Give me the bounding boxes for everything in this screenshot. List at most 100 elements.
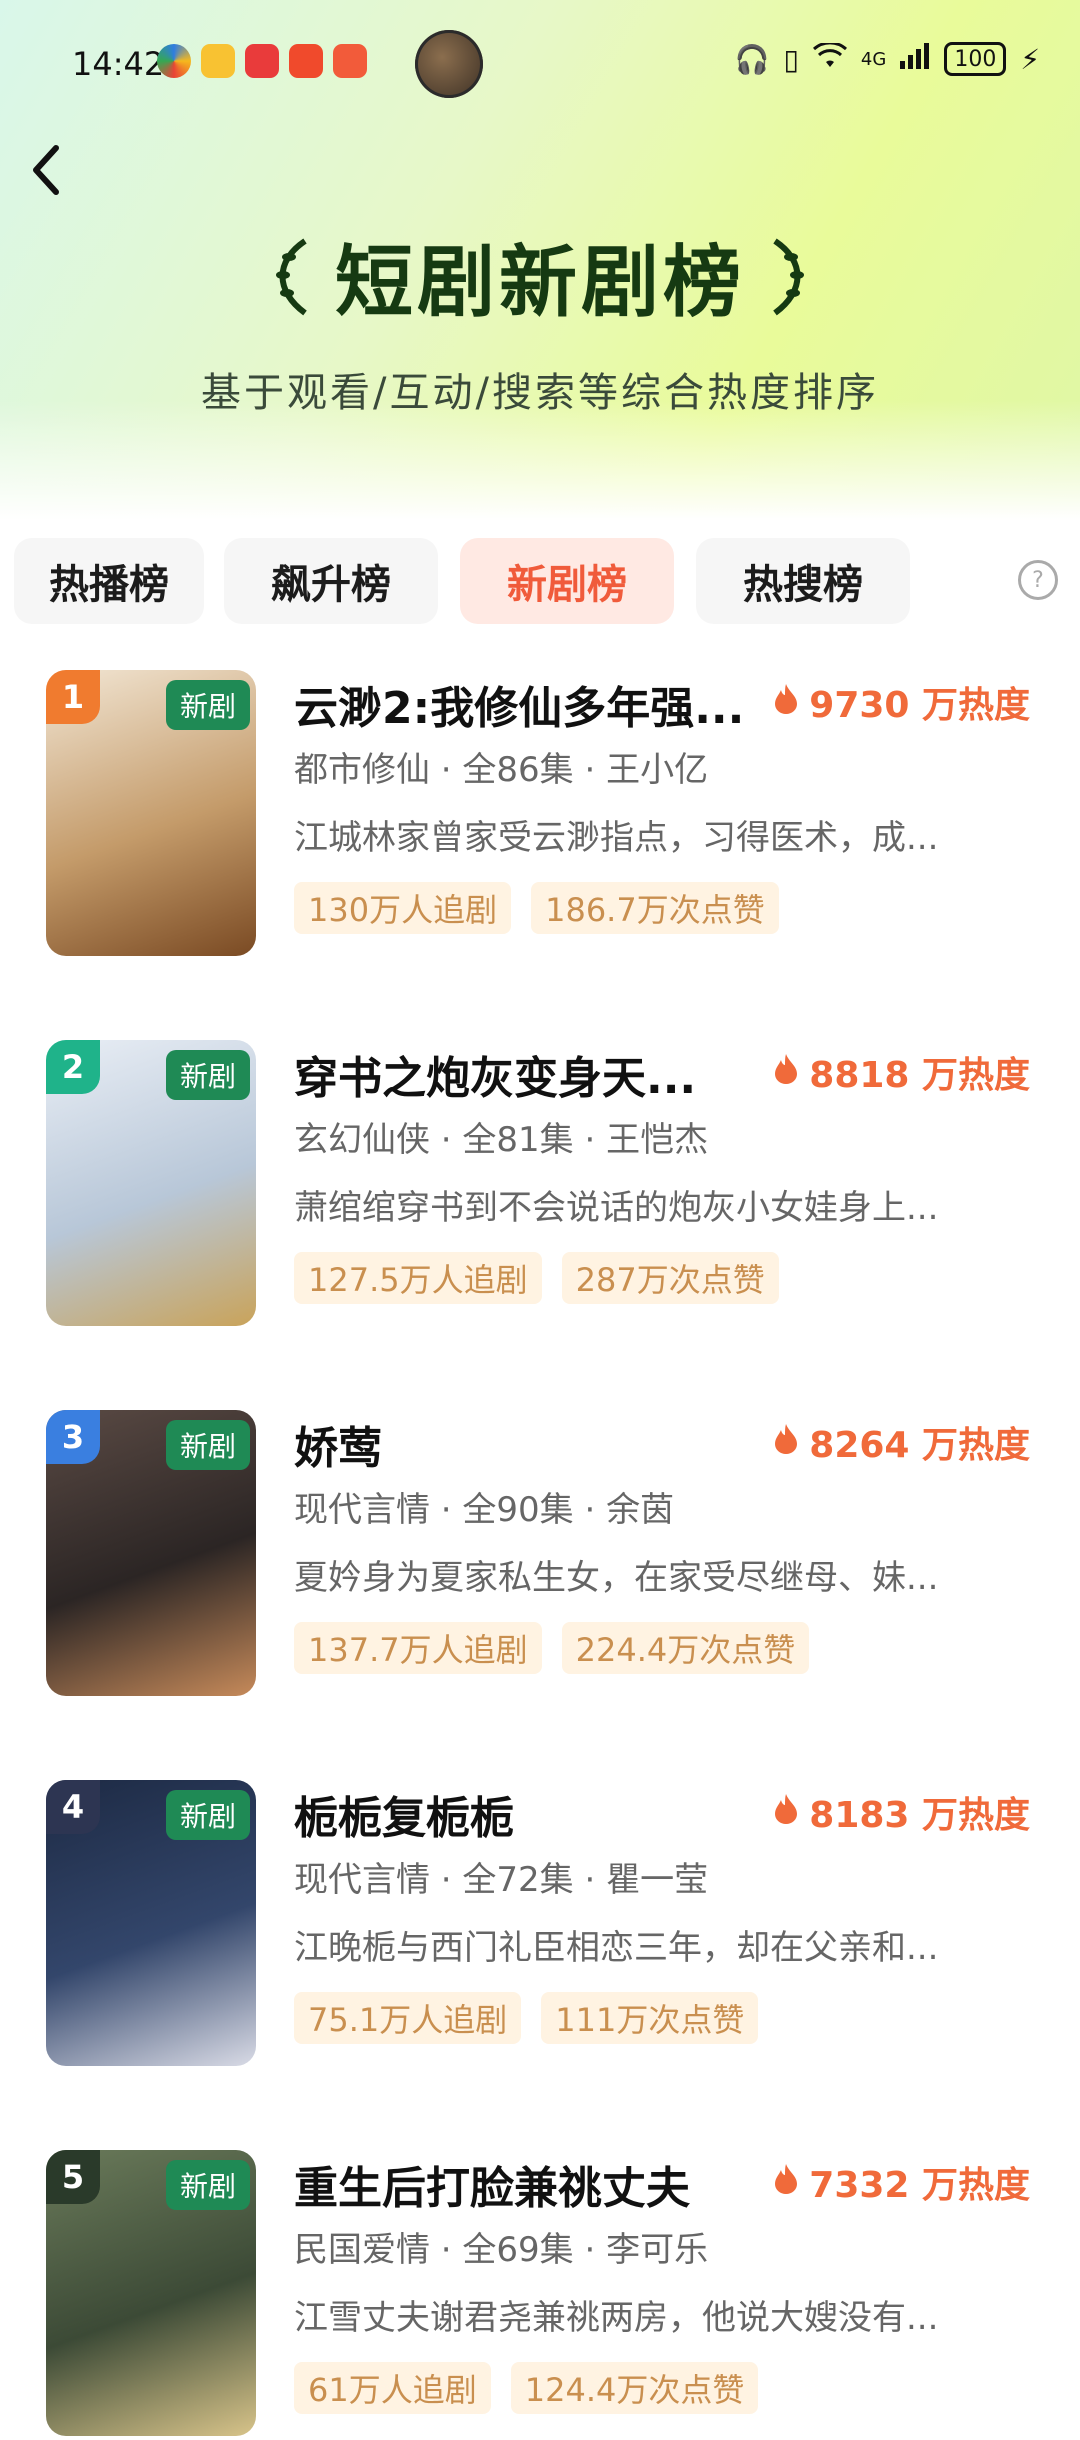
rank-number: 1 <box>61 678 85 716</box>
status-time: 14:42 <box>72 45 165 83</box>
battery-level: 100 <box>954 46 997 72</box>
flame-icon <box>773 2162 799 2203</box>
heat-score: 9730 万热度 <box>773 676 1030 728</box>
drama-meta: 现代言情 · 全72集 · 瞿一莹 <box>294 1860 709 1900</box>
stats-row: 127.5万人追剧 287万次点赞 <box>294 1252 779 1304</box>
list-item[interactable]: 3 新剧 娇莺 8264 万热度 现代言情 · 全90集 · 余茵 夏妗身为夏家… <box>0 1400 1080 1700</box>
heat-value: 8818 万热度 <box>809 1055 1030 1096</box>
flame-icon <box>773 1422 799 1463</box>
drama-description: 夏妗身为夏家私生女，在家受尽继母、妹... <box>294 1558 939 1598</box>
flame-icon <box>773 1792 799 1833</box>
notification-icons <box>157 44 367 78</box>
app-icon <box>245 44 279 78</box>
poster-image[interactable]: 3 新剧 <box>46 1410 256 1696</box>
drama-description: 江晚栀与西门礼臣相恋三年，却在父亲和... <box>294 1928 939 1968</box>
heat-value: 8183 万热度 <box>809 1795 1030 1836</box>
poster-image[interactable]: 5 新剧 <box>46 2150 256 2436</box>
new-badge: 新剧 <box>165 1790 250 1840</box>
drama-meta: 玄幻仙侠 · 全81集 · 王恺杰 <box>294 1120 709 1160</box>
rank-badge: 1 <box>46 670 100 724</box>
rank-number: 3 <box>61 1418 85 1456</box>
rank-badge: 3 <box>46 1410 100 1464</box>
drama-title[interactable]: 穿书之炮灰变身天... <box>294 1042 696 1106</box>
heat-score: 7332 万热度 <box>773 2156 1030 2208</box>
charging-icon: ⚡ <box>1020 42 1040 76</box>
headphones-icon: 🎧 <box>734 42 770 76</box>
new-badge: 新剧 <box>165 1050 250 1100</box>
list-item[interactable]: 5 新剧 重生后打脸兼祧丈夫 7332 万热度 民国爱情 · 全69集 · 李可… <box>0 2140 1080 2440</box>
floating-avatar[interactable] <box>415 30 483 98</box>
network-type: 4G <box>860 48 887 70</box>
tab-label: 热播榜 <box>49 562 169 608</box>
likes-badge: 111万次点赞 <box>541 1992 759 2044</box>
page-title-row: 短剧新剧榜 <box>265 220 815 332</box>
flame-icon <box>773 682 799 723</box>
poster-image[interactable]: 4 新剧 <box>46 1780 256 2066</box>
followers-badge: 127.5万人追剧 <box>294 1252 542 1304</box>
laurel-right-icon <box>773 238 804 316</box>
new-badge: 新剧 <box>165 680 250 730</box>
followers-badge: 75.1万人追剧 <box>294 1992 522 2044</box>
poster-image[interactable]: 1 新剧 <box>46 670 256 956</box>
page-header: 短剧新剧榜 <box>0 220 1080 332</box>
rank-number: 4 <box>61 1788 85 1826</box>
stats-row: 75.1万人追剧 111万次点赞 <box>294 1992 759 2044</box>
rank-number: 5 <box>61 2158 85 2196</box>
drama-description: 江城林家曾家受云渺指点，习得医术，成... <box>294 818 939 858</box>
drama-title[interactable]: 重生后打脸兼祧丈夫 <box>294 2152 690 2216</box>
stats-row: 130万人追剧 186.7万次点赞 <box>294 882 779 934</box>
wifi-icon <box>812 40 847 76</box>
tab-label: 热搜榜 <box>743 562 863 608</box>
list-item[interactable]: 2 新剧 穿书之炮灰变身天... 8818 万热度 玄幻仙侠 · 全81集 · … <box>0 1030 1080 1330</box>
stats-row: 61万人追剧 124.4万次点赞 <box>294 2362 759 2414</box>
new-badge: 新剧 <box>165 1420 250 1470</box>
weibo-icon <box>201 44 235 78</box>
flame-icon <box>773 1052 799 1093</box>
tab-label: 飙升榜 <box>271 562 391 608</box>
page-title: 短剧新剧榜 <box>334 238 745 328</box>
drama-description: 萧绾绾穿书到不会说话的炮灰小女娃身上... <box>294 1188 939 1228</box>
system-icons: 🎧 ▯ 4G 100 ⚡ <box>734 40 1040 76</box>
tab-rising[interactable]: 飙升榜 <box>224 538 438 624</box>
chevron-left-icon <box>33 145 59 195</box>
drama-title[interactable]: 栀栀复栀栀 <box>294 1782 514 1846</box>
drama-title[interactable]: 云渺2:我修仙多年强... <box>294 672 744 736</box>
heat-value: 9730 万热度 <box>809 685 1030 726</box>
list-item[interactable]: 1 新剧 云渺2:我修仙多年强... 9730 万热度 都市修仙 · 全86集 … <box>0 660 1080 960</box>
drama-meta: 民国爱情 · 全69集 · 李可乐 <box>294 2230 709 2270</box>
page-subtitle: 基于观看/互动/搜索等综合热度排序 <box>201 370 879 416</box>
drama-description: 江雪丈夫谢君尧兼祧两房，他说大嫂没有... <box>294 2298 939 2338</box>
drama-meta: 现代言情 · 全90集 · 余茵 <box>294 1490 675 1530</box>
tab-hot-play[interactable]: 热播榜 <box>14 538 204 624</box>
rank-badge: 5 <box>46 2150 100 2204</box>
followers-badge: 130万人追剧 <box>294 882 512 934</box>
drama-meta: 都市修仙 · 全86集 · 王小亿 <box>294 750 709 790</box>
app-icon <box>157 44 191 78</box>
heat-value: 8264 万热度 <box>809 1425 1030 1466</box>
list-item[interactable]: 4 新剧 栀栀复栀栀 8183 万热度 现代言情 · 全72集 · 瞿一莹 江晚… <box>0 1770 1080 2070</box>
back-button[interactable] <box>26 140 76 200</box>
heat-score: 8264 万热度 <box>773 1416 1030 1468</box>
vibrate-icon: ▯ <box>783 42 799 76</box>
rank-badge: 2 <box>46 1040 100 1094</box>
rank-number: 2 <box>61 1048 85 1086</box>
heat-value: 7332 万热度 <box>809 2165 1030 2206</box>
likes-badge: 287万次点赞 <box>561 1252 779 1304</box>
poster-image[interactable]: 2 新剧 <box>46 1040 256 1326</box>
followers-badge: 137.7万人追剧 <box>294 1622 542 1674</box>
help-icon[interactable]: ? <box>1018 560 1058 600</box>
likes-badge: 224.4万次点赞 <box>561 1622 810 1674</box>
likes-badge: 124.4万次点赞 <box>510 2362 759 2414</box>
rank-badge: 4 <box>46 1780 100 1834</box>
tab-hot-search[interactable]: 热搜榜 <box>696 538 910 624</box>
stats-row: 137.7万人追剧 224.4万次点赞 <box>294 1622 810 1674</box>
app-icon <box>333 44 367 78</box>
ranking-tabs: 热播榜 飙升榜 新剧榜 热搜榜 ? <box>0 530 1080 626</box>
drama-title[interactable]: 娇莺 <box>294 1412 382 1476</box>
taobao-icon <box>289 44 323 78</box>
signal-icon <box>900 42 930 76</box>
laurel-left-icon <box>275 238 307 316</box>
followers-badge: 61万人追剧 <box>294 2362 491 2414</box>
heat-score: 8183 万热度 <box>773 1786 1030 1838</box>
tab-new-drama[interactable]: 新剧榜 <box>460 538 674 624</box>
